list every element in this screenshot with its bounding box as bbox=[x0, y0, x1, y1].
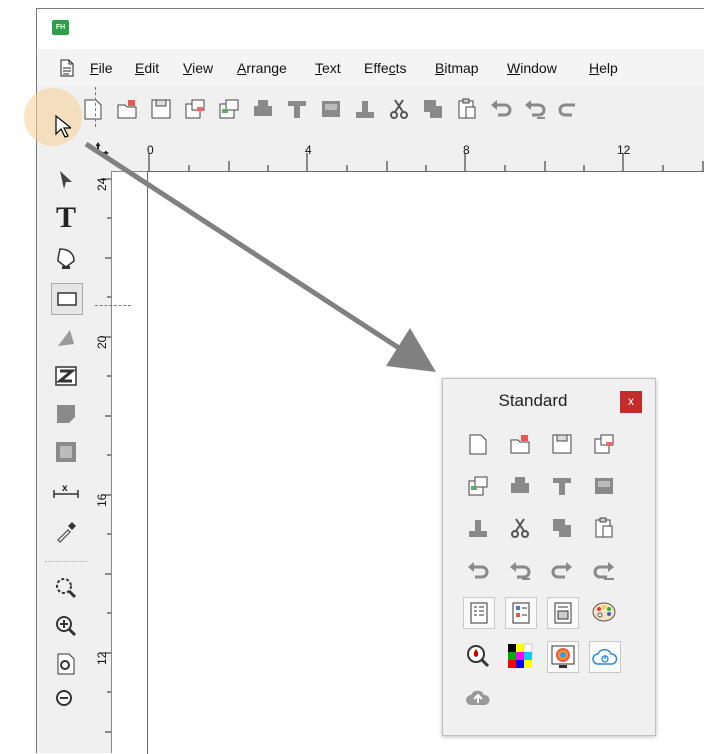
cloud-connect-icon[interactable] bbox=[589, 641, 621, 673]
new-document-icon[interactable] bbox=[463, 429, 493, 459]
object-properties-icon[interactable] bbox=[463, 597, 495, 629]
save-icon[interactable] bbox=[547, 429, 577, 459]
standard-toolbar-panel[interactable]: Standard x bbox=[442, 378, 656, 736]
export-icon[interactable] bbox=[463, 471, 493, 501]
redo-icon[interactable] bbox=[547, 555, 577, 585]
panel-close-button[interactable]: x bbox=[620, 391, 642, 413]
undo-list-icon[interactable] bbox=[505, 555, 535, 585]
stamp-icon[interactable] bbox=[463, 513, 493, 543]
undo-icon[interactable] bbox=[463, 555, 493, 585]
cut-icon[interactable] bbox=[505, 513, 535, 543]
print-icon[interactable] bbox=[505, 471, 535, 501]
color-properties-icon[interactable] bbox=[505, 597, 537, 629]
open-icon[interactable] bbox=[505, 429, 535, 459]
palette-icon[interactable] bbox=[589, 597, 619, 627]
import-icon[interactable] bbox=[547, 471, 577, 501]
redo-list-icon[interactable] bbox=[589, 555, 619, 585]
save-as-icon[interactable] bbox=[589, 429, 619, 459]
scan-icon[interactable] bbox=[589, 471, 619, 501]
page-properties-icon[interactable] bbox=[547, 597, 579, 629]
paste-icon[interactable] bbox=[589, 513, 619, 543]
panel-title: Standard bbox=[498, 391, 568, 410]
color-mixer-icon[interactable] bbox=[505, 641, 535, 671]
copy-icon[interactable] bbox=[547, 513, 577, 543]
color-management-icon[interactable] bbox=[547, 641, 579, 673]
cloud-upload-icon[interactable] bbox=[463, 683, 493, 713]
color-picker-icon[interactable] bbox=[463, 641, 493, 671]
